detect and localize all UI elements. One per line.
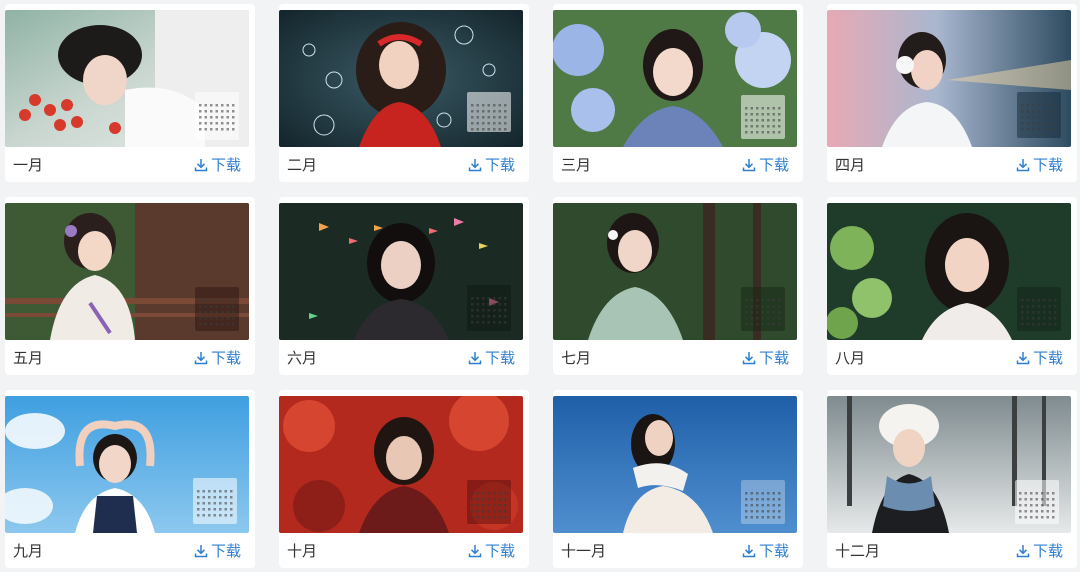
month-label: 二月 bbox=[287, 157, 318, 174]
wallpaper-thumbnail[interactable] bbox=[279, 396, 523, 533]
wallpaper-thumbnail[interactable] bbox=[279, 203, 523, 340]
wallpaper-thumbnail[interactable] bbox=[5, 203, 249, 340]
download-label: 下载 bbox=[484, 157, 515, 174]
wallpaper-card[interactable]: 二月 下载 bbox=[279, 4, 529, 182]
woman-white-headphones-photo bbox=[827, 10, 1071, 147]
woman-qipao-balcony-photo bbox=[5, 203, 249, 340]
wallpaper-card[interactable]: 九月 下载 bbox=[5, 390, 255, 568]
wallpaper-card[interactable]: 五月 下载 bbox=[5, 197, 255, 375]
download-label: 下载 bbox=[758, 543, 789, 560]
woman-white-hat-snow-photo bbox=[827, 396, 1071, 533]
wallpaper-thumbnail[interactable] bbox=[827, 10, 1071, 147]
month-label: 一月 bbox=[13, 157, 44, 174]
download-button[interactable]: 下载 bbox=[467, 154, 515, 175]
woman-scarf-blue-sky-photo bbox=[553, 396, 797, 533]
download-icon bbox=[742, 351, 756, 364]
download-label: 下载 bbox=[484, 543, 515, 560]
woman-blue-hydrangea-photo bbox=[553, 10, 797, 147]
woman-red-headband-bubbles-photo bbox=[279, 10, 523, 147]
download-button[interactable]: 下载 bbox=[741, 154, 789, 175]
download-button[interactable]: 下载 bbox=[193, 540, 241, 561]
wallpaper-thumbnail[interactable] bbox=[827, 203, 1071, 340]
download-button[interactable]: 下载 bbox=[193, 347, 241, 368]
download-button[interactable]: 下载 bbox=[193, 154, 241, 175]
month-label: 三月 bbox=[561, 157, 592, 174]
download-label: 下载 bbox=[1032, 543, 1063, 560]
month-label: 九月 bbox=[13, 543, 44, 560]
download-label: 下载 bbox=[758, 350, 789, 367]
wallpaper-thumbnail[interactable] bbox=[279, 10, 523, 147]
woman-green-qipao-forest-photo bbox=[553, 203, 797, 340]
download-label: 下载 bbox=[210, 543, 241, 560]
download-button[interactable]: 下载 bbox=[467, 347, 515, 368]
wallpaper-thumbnail[interactable] bbox=[5, 10, 249, 147]
wallpaper-card[interactable]: 四月 下载 bbox=[827, 4, 1077, 182]
download-icon bbox=[468, 544, 482, 557]
woman-green-leaves-photo bbox=[827, 203, 1071, 340]
wallpaper-card[interactable]: 三月 下载 bbox=[553, 4, 803, 182]
download-label: 下载 bbox=[484, 350, 515, 367]
month-label: 七月 bbox=[561, 350, 592, 367]
month-label: 十二月 bbox=[835, 543, 881, 560]
month-label: 十一月 bbox=[561, 543, 607, 560]
month-label: 十月 bbox=[287, 543, 318, 560]
wallpaper-card[interactable]: 十月 下载 bbox=[279, 390, 529, 568]
wallpaper-card[interactable]: 六月 下载 bbox=[279, 197, 529, 375]
woman-aquarium-fish-photo bbox=[279, 203, 523, 340]
wallpaper-card[interactable]: 十一月 下载 bbox=[553, 390, 803, 568]
download-icon bbox=[1016, 544, 1030, 557]
download-icon bbox=[194, 158, 208, 171]
download-button[interactable]: 下载 bbox=[1015, 540, 1063, 561]
wallpaper-thumbnail[interactable] bbox=[553, 10, 797, 147]
wallpaper-thumbnail[interactable] bbox=[553, 396, 797, 533]
download-label: 下载 bbox=[1032, 157, 1063, 174]
download-button[interactable]: 下载 bbox=[1015, 347, 1063, 368]
woman-red-maple-leaves-photo bbox=[279, 396, 523, 533]
wallpaper-thumbnail[interactable] bbox=[553, 203, 797, 340]
download-label: 下载 bbox=[758, 157, 789, 174]
month-label: 四月 bbox=[835, 157, 866, 174]
download-icon bbox=[194, 351, 208, 364]
download-button[interactable]: 下载 bbox=[1015, 154, 1063, 175]
download-button[interactable]: 下载 bbox=[467, 540, 515, 561]
wallpaper-card[interactable]: 八月 下载 bbox=[827, 197, 1077, 375]
woman-lying-with-tomatoes-photo bbox=[5, 10, 249, 147]
month-label: 六月 bbox=[287, 350, 318, 367]
download-label: 下载 bbox=[210, 157, 241, 174]
download-icon bbox=[468, 158, 482, 171]
wallpaper-card[interactable]: 十二月 下载 bbox=[827, 390, 1077, 568]
wallpaper-thumbnail[interactable] bbox=[827, 396, 1071, 533]
woman-heart-hands-sky-photo bbox=[5, 396, 249, 533]
download-label: 下载 bbox=[210, 350, 241, 367]
wallpaper-grid: 一月 下载 二月 下载 三月 下载 四月 下载 五月 下载 六月 下载 七月 下… bbox=[0, 4, 1077, 568]
download-button[interactable]: 下载 bbox=[741, 540, 789, 561]
download-icon bbox=[468, 351, 482, 364]
download-label: 下载 bbox=[1032, 350, 1063, 367]
download-icon bbox=[1016, 158, 1030, 171]
month-label: 五月 bbox=[13, 350, 44, 367]
wallpaper-thumbnail[interactable] bbox=[5, 396, 249, 533]
download-icon bbox=[742, 544, 756, 557]
download-icon bbox=[1016, 351, 1030, 364]
month-label: 八月 bbox=[835, 350, 866, 367]
wallpaper-card[interactable]: 一月 下载 bbox=[5, 4, 255, 182]
wallpaper-card[interactable]: 七月 下载 bbox=[553, 197, 803, 375]
download-icon bbox=[194, 544, 208, 557]
download-icon bbox=[742, 158, 756, 171]
download-button[interactable]: 下载 bbox=[741, 347, 789, 368]
